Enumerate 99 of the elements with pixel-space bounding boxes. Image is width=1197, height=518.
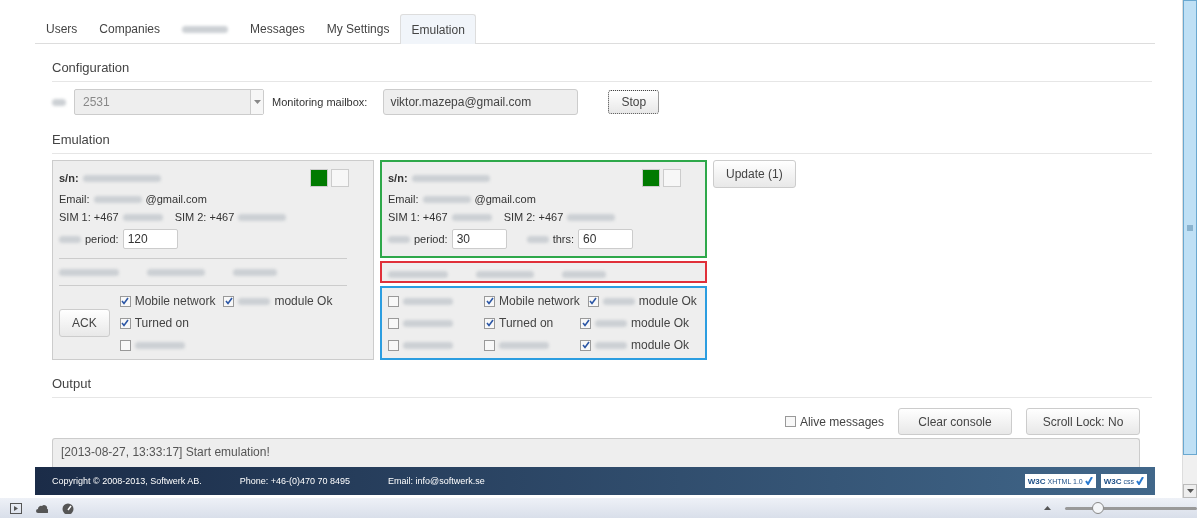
blurred-text <box>403 341 453 349</box>
checkbox[interactable] <box>784 416 796 427</box>
sim-number: SIM 2: +467 <box>174 211 235 223</box>
checkbox-label: Turned on <box>134 316 189 330</box>
field-label: period: <box>85 233 119 245</box>
email-label: Email: <box>388 193 419 205</box>
sim-number: SIM 1: +467 <box>388 211 448 223</box>
checkbox-label: Mobile network <box>499 294 580 308</box>
field-label: period: <box>414 233 448 245</box>
footer-text: Email: info@softwerk.se <box>388 476 485 486</box>
update-button[interactable]: Update (1) <box>713 160 796 188</box>
blurred-text <box>499 341 549 349</box>
number-field[interactable]: 60 <box>578 229 634 249</box>
tab[interactable]: Companies <box>88 14 172 43</box>
scrollbar-thumb[interactable] <box>1183 0 1197 455</box>
check-icon <box>1084 477 1093 485</box>
blurred-text <box>388 235 410 243</box>
console-icon <box>10 502 22 514</box>
tab[interactable]: Users <box>35 14 89 43</box>
mailbox-field[interactable]: viktor.mazepa@gmail.com <box>383 89 579 115</box>
checkbox[interactable] <box>484 317 495 329</box>
caret-icon <box>1186 489 1194 493</box>
checkbox[interactable] <box>223 295 235 307</box>
sim-number: SIM 2: +467 <box>503 211 564 223</box>
sim-number: SIM 1: +467 <box>59 211 119 223</box>
tab[interactable]: Emulation <box>400 14 476 44</box>
blurred-text <box>238 213 287 221</box>
field-label: thrs: <box>552 233 575 245</box>
blurred-text <box>147 268 205 276</box>
blurred-text <box>526 235 549 243</box>
check-icon <box>589 297 598 305</box>
blurred-text <box>52 98 66 106</box>
checkbox[interactable] <box>119 295 131 307</box>
check-icon <box>1136 477 1144 485</box>
console-button[interactable]: Clear console <box>898 408 1012 435</box>
check-icon <box>485 319 494 327</box>
checkbox[interactable] <box>484 339 495 351</box>
checkbox[interactable] <box>580 339 591 351</box>
checkbox-label: module Ok <box>631 338 690 352</box>
section-title: Output <box>52 376 1152 398</box>
section-title: Emulation <box>52 132 1152 154</box>
tab[interactable]: Messages <box>239 14 316 43</box>
blurred-text <box>476 270 534 278</box>
email-label: Email: <box>59 193 90 205</box>
cloud-icon <box>36 503 48 513</box>
blurred-text <box>134 341 185 349</box>
field-label: Monitoring mailbox: <box>272 96 368 108</box>
blurred-text <box>451 213 492 221</box>
check-icon <box>485 297 494 305</box>
checkbox-label: Turned on <box>499 316 554 330</box>
checkbox[interactable] <box>388 295 399 307</box>
checkbox-label: module Ok <box>274 294 333 308</box>
grip-icon <box>1187 224 1193 231</box>
number-field[interactable]: 120 <box>122 229 178 249</box>
footer-text: Phone: +46-(0)470 70 8495 <box>239 476 351 486</box>
email-domain: @gmail.com <box>474 193 536 205</box>
email-domain: @gmail.com <box>145 193 207 205</box>
checkbox-label: Mobile network <box>134 294 216 308</box>
checkbox-label: module Ok <box>638 294 697 308</box>
checkbox[interactable] <box>388 317 399 329</box>
blurred-text <box>562 270 606 278</box>
check-icon <box>581 341 590 349</box>
blurred-text <box>567 213 616 221</box>
section-title: Configuration <box>52 60 1152 82</box>
caret-icon <box>1044 506 1051 510</box>
checkbox[interactable] <box>119 317 131 329</box>
number-field[interactable]: 30 <box>451 229 507 249</box>
stop-button[interactable]: Stop <box>608 90 660 114</box>
check-icon <box>121 319 130 327</box>
slider-thumb[interactable] <box>1092 501 1104 514</box>
checkbox[interactable] <box>388 339 399 351</box>
checkbox[interactable] <box>119 339 131 351</box>
check-icon <box>224 297 233 305</box>
footer-text: Copyright © 2008-2013, Softwerk AB. <box>52 476 202 486</box>
console-button[interactable]: Scroll Lock: No <box>1026 408 1140 435</box>
scroll-down-button[interactable] <box>1183 484 1197 498</box>
blurred-text <box>388 270 448 278</box>
checkbox-label: module Ok <box>631 316 690 330</box>
blurred-text <box>233 268 277 276</box>
checkbox-label: Alive messages <box>799 414 884 429</box>
gauge-icon <box>62 502 74 514</box>
serial-label: s/n: <box>388 172 408 184</box>
blurred-text <box>403 319 453 327</box>
ack-button[interactable]: ACK <box>59 309 110 337</box>
blurred-text <box>93 195 142 203</box>
blurred-text <box>403 297 453 305</box>
checkbox[interactable] <box>587 295 599 307</box>
blurred-text <box>122 213 163 221</box>
checkbox[interactable] <box>580 317 591 329</box>
checkbox[interactable] <box>484 295 495 307</box>
check-icon <box>121 297 130 305</box>
blurred-text <box>59 235 81 243</box>
blurred-text <box>59 268 119 276</box>
check-icon <box>581 319 590 327</box>
serial-label: s/n: <box>59 172 79 184</box>
blurred-text <box>422 195 471 203</box>
caret-icon <box>253 100 261 104</box>
tab[interactable]: My Settings <box>315 14 401 43</box>
console-line: [2013-08-27, 13:33:17] Start emulation! <box>61 445 271 459</box>
